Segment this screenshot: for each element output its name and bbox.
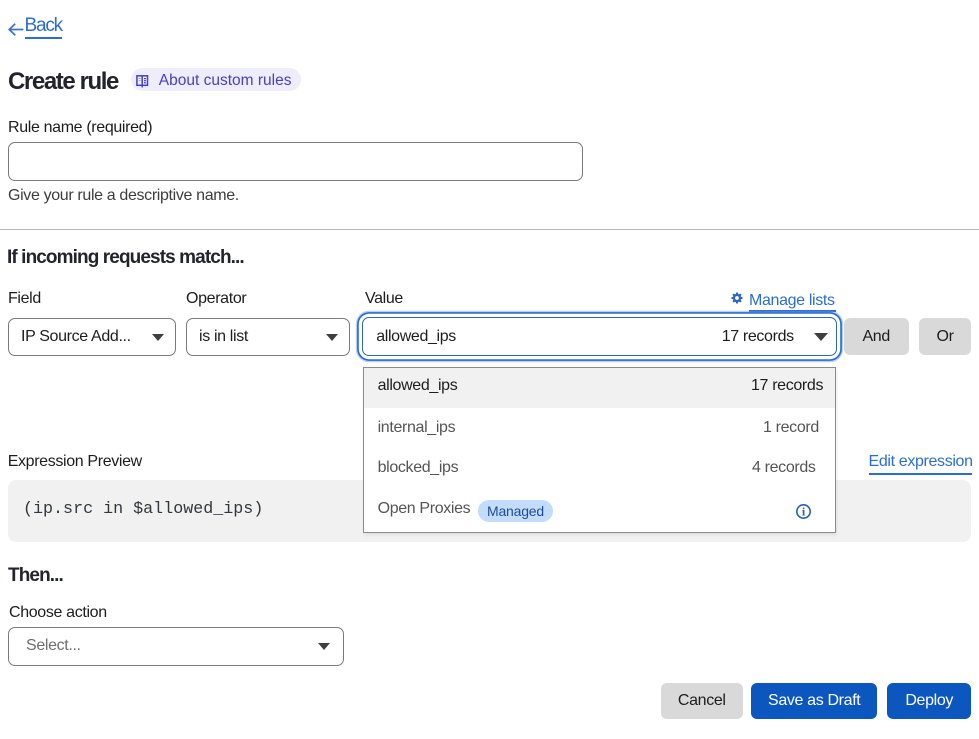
- svg-text:i: i: [801, 504, 805, 518]
